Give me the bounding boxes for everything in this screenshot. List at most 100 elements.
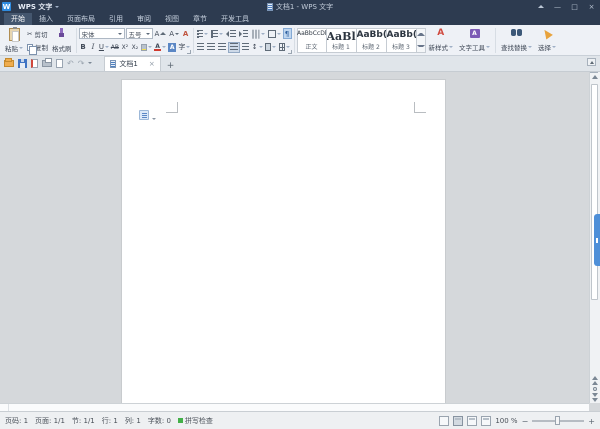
qat-customize-button[interactable] [88, 62, 92, 64]
find-replace-button[interactable]: 查找替换 [498, 27, 535, 54]
fit-view-icon[interactable] [439, 416, 449, 426]
cut-button[interactable]: ✂ 剪切 [27, 29, 48, 39]
zoom-slider-thumb[interactable] [555, 416, 560, 425]
paragraph-layout-button[interactable] [267, 28, 282, 39]
tab-home[interactable]: 开始 [4, 13, 32, 25]
distribute-button[interactable] [241, 42, 251, 53]
paragraph-dialog-launcher[interactable] [288, 50, 292, 54]
char-shading-button[interactable]: A [167, 42, 177, 53]
text-tool-button[interactable]: A 文字工具 [456, 27, 493, 54]
style-heading3[interactable]: AaBb( 标题 3 [387, 28, 417, 53]
justify-button[interactable] [228, 42, 240, 53]
subscript-button[interactable]: X₂ [130, 42, 139, 53]
font-family-select[interactable]: 宋体 [79, 28, 125, 39]
paste-button[interactable]: 粘贴 [3, 27, 25, 54]
select-button[interactable]: 选择 [535, 27, 559, 54]
open-file-button[interactable] [4, 60, 14, 67]
web-view-icon[interactable] [467, 416, 477, 426]
page-view-icon[interactable] [453, 416, 463, 426]
zoom-in-button[interactable]: + [588, 417, 595, 426]
line-spacing-button[interactable]: ↕ [251, 42, 262, 53]
zoom-level[interactable]: 100 % [495, 417, 517, 425]
strikethrough-button[interactable]: AB [110, 42, 119, 53]
app-menu-button[interactable]: WPS 文字 [14, 0, 63, 13]
style-normal[interactable]: AaBbCcDb 正文 [297, 28, 327, 53]
scroll-up-button[interactable] [590, 72, 600, 82]
document-tab[interactable]: 文档1 × [104, 56, 160, 71]
redo-button[interactable]: ↷ [78, 59, 85, 68]
close-tab-button[interactable]: × [149, 60, 155, 68]
style-heading2[interactable]: AaBb( 标题 2 [357, 28, 387, 53]
italic-button[interactable]: I [89, 42, 98, 53]
shading-button[interactable] [264, 42, 277, 53]
close-button[interactable]: × [583, 0, 600, 13]
style-heading1[interactable]: AaBl 标题 1 [327, 28, 357, 53]
print-preview-button[interactable] [56, 59, 63, 68]
decrease-indent-icon [226, 31, 229, 37]
format-painter-button[interactable]: 格式刷 [50, 27, 74, 54]
copy-button[interactable]: 复制 [27, 42, 48, 52]
next-page-button[interactable] [592, 393, 598, 402]
align-center-button[interactable] [206, 42, 216, 53]
font-color-button[interactable]: A [154, 42, 166, 53]
new-style-button[interactable]: A 新样式 [426, 27, 457, 54]
undo-button[interactable]: ↶ [67, 59, 74, 68]
gallery-down-button[interactable] [417, 41, 425, 53]
chevron-down-icon [148, 46, 152, 48]
paragraph-layout-caret[interactable] [152, 114, 156, 122]
tab-section[interactable]: 章节 [186, 13, 214, 25]
tab-page-layout[interactable]: 页面布局 [60, 13, 102, 25]
align-left-icon [197, 43, 205, 51]
bullets-button[interactable] [196, 28, 210, 39]
minimize-button[interactable]: — [549, 0, 566, 13]
previous-page-button[interactable] [592, 376, 598, 385]
tab-insert[interactable]: 插入 [32, 13, 60, 25]
clear-format-button[interactable]: A [181, 28, 190, 39]
align-right-button[interactable] [217, 42, 227, 53]
show-marks-button[interactable]: ¶ [283, 28, 292, 39]
tab-references[interactable]: 引用 [102, 13, 130, 25]
bold-button[interactable]: B [79, 42, 88, 53]
window-title-area: 文档1 - WPS 文字 [0, 0, 600, 13]
spellcheck-status[interactable]: 拼写检查 [178, 416, 213, 426]
zoom-slider[interactable] [532, 420, 584, 422]
save-button[interactable] [18, 59, 27, 68]
side-panel-handle[interactable] [594, 214, 600, 266]
export-pdf-button[interactable] [31, 59, 38, 68]
outline-view-icon[interactable] [481, 416, 491, 426]
find-select-group: 查找替换 选择 [498, 27, 559, 54]
numbering-button[interactable] [210, 28, 224, 39]
font-size-select[interactable]: 五号 [126, 28, 153, 39]
paragraph-layout-anchor-icon[interactable] [139, 110, 149, 120]
grow-font-button[interactable]: A [154, 28, 168, 39]
align-left-button[interactable] [196, 42, 206, 53]
new-document-button[interactable]: + [161, 61, 181, 71]
decrease-indent-button[interactable] [225, 28, 237, 39]
horizontal-scrollbar[interactable] [0, 403, 589, 411]
zoom-out-button[interactable]: − [522, 417, 529, 426]
chevron-down-icon [146, 33, 150, 35]
tab-view[interactable]: 视图 [158, 13, 186, 25]
spellcheck-indicator-icon [178, 418, 183, 423]
increase-indent-button[interactable] [238, 28, 250, 39]
collapse-ribbon-button[interactable] [587, 58, 596, 66]
scrollbar-thumb[interactable] [591, 84, 598, 300]
gallery-up-button[interactable] [417, 29, 425, 41]
tab-developer[interactable]: 开发工具 [214, 13, 256, 25]
skin-button[interactable] [532, 0, 549, 13]
chevron-up-icon [160, 32, 166, 35]
tab-review[interactable]: 审阅 [130, 13, 158, 25]
text-direction-button[interactable] [250, 28, 266, 39]
highlight-color-icon [141, 44, 146, 51]
print-button[interactable] [42, 60, 52, 67]
document-page[interactable] [122, 80, 445, 403]
distribute-icon [242, 43, 250, 51]
superscript-button[interactable]: X² [120, 42, 129, 53]
browse-object-button[interactable] [593, 387, 597, 391]
highlight-color-button[interactable] [140, 42, 152, 53]
maximize-button[interactable]: □ [566, 0, 583, 13]
underline-button[interactable]: U [99, 42, 110, 53]
font-dialog-launcher[interactable] [187, 50, 191, 54]
line-spacing-icon: ↕ [252, 43, 258, 51]
shrink-font-button[interactable]: A [168, 28, 180, 39]
